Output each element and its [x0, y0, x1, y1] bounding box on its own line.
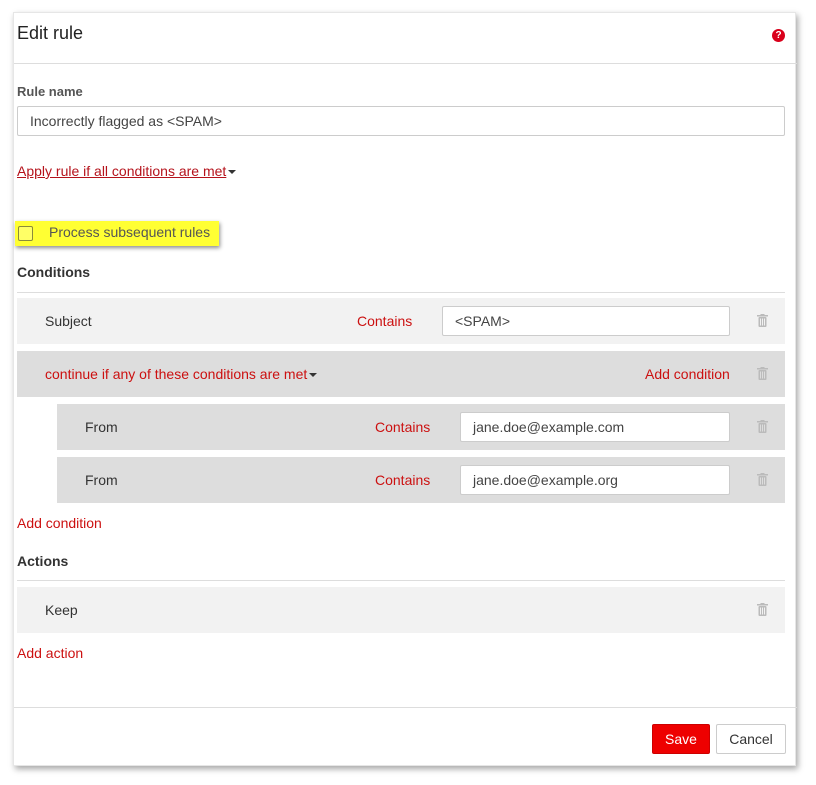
save-button[interactable]: Save: [652, 724, 710, 754]
conditions-divider: [17, 292, 785, 293]
condition-group-header: continue if any of these conditions are …: [17, 351, 785, 397]
add-condition-link[interactable]: Add condition: [17, 515, 102, 531]
actions-divider: [17, 580, 785, 581]
condition-value-input[interactable]: <SPAM>: [442, 306, 730, 336]
footer-divider: [14, 707, 797, 708]
caret-down-icon: [228, 170, 237, 175]
process-subsequent-label[interactable]: Process subsequent rules: [49, 224, 210, 240]
trash-icon[interactable]: [757, 314, 768, 327]
help-icon[interactable]: ?: [772, 29, 785, 42]
actions-heading: Actions: [17, 553, 69, 569]
process-subsequent-checkbox[interactable]: [18, 226, 33, 241]
trash-icon[interactable]: [757, 420, 768, 433]
action-label[interactable]: Keep: [45, 602, 78, 618]
trash-icon[interactable]: [757, 367, 768, 380]
group-add-condition-link[interactable]: Add condition: [645, 366, 730, 382]
edit-rule-dialog: Edit rule ? Rule name Incorrectly flagge…: [13, 12, 797, 766]
trash-icon[interactable]: [757, 603, 768, 616]
group-mode-dropdown[interactable]: continue if any of these conditions are …: [45, 366, 318, 382]
condition-field[interactable]: Subject: [45, 313, 92, 329]
group-mode-label: continue if any of these conditions are …: [45, 366, 308, 382]
rule-name-label: Rule name: [17, 84, 83, 99]
action-row-keep: Keep: [17, 587, 785, 633]
condition-value-input[interactable]: jane.doe@example.org: [460, 465, 730, 495]
condition-operator[interactable]: Contains: [375, 419, 430, 435]
rule-name-input[interactable]: Incorrectly flagged as <SPAM>: [17, 106, 785, 136]
apply-mode-dropdown[interactable]: Apply rule if all conditions are met: [17, 163, 237, 179]
condition-field[interactable]: From: [85, 472, 118, 488]
apply-mode-label: Apply rule if all conditions are met: [17, 163, 227, 179]
condition-value-input[interactable]: jane.doe@example.com: [460, 412, 730, 442]
condition-operator[interactable]: Contains: [375, 472, 430, 488]
condition-row-from: From Contains jane.doe@example.org: [57, 457, 785, 503]
trash-icon[interactable]: [757, 473, 768, 486]
header-divider: [14, 63, 797, 64]
condition-row-subject: Subject Contains <SPAM>: [17, 298, 785, 344]
condition-field[interactable]: From: [85, 419, 118, 435]
caret-down-icon: [309, 373, 318, 378]
condition-operator[interactable]: Contains: [357, 313, 412, 329]
dialog-title: Edit rule: [17, 23, 84, 43]
conditions-heading: Conditions: [17, 264, 91, 280]
add-action-link[interactable]: Add action: [17, 645, 83, 661]
cancel-button[interactable]: Cancel: [716, 724, 786, 754]
condition-row-from: From Contains jane.doe@example.com: [57, 404, 785, 450]
